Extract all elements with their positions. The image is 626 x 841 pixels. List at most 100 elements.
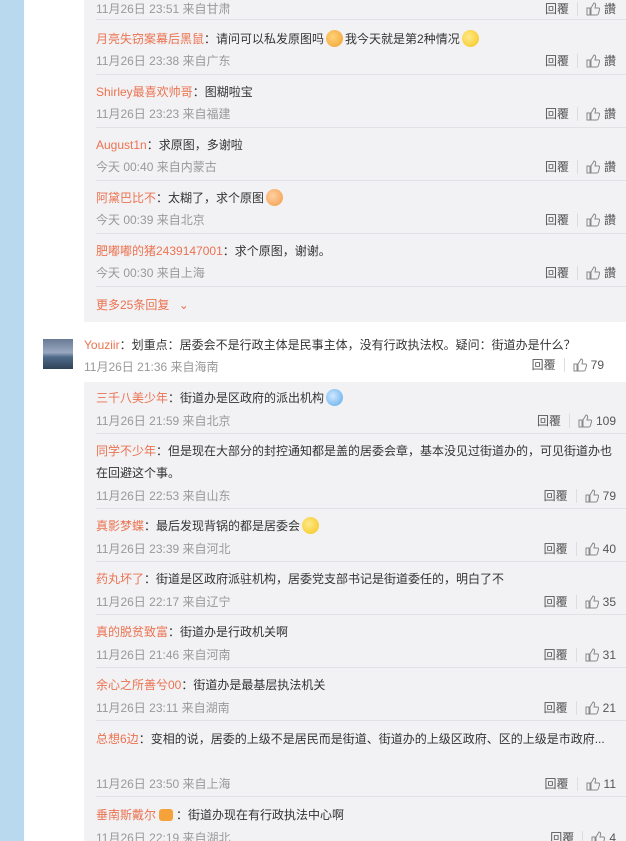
emoji-icon [326, 30, 344, 48]
reply-nick[interactable]: 三千八美少年 [96, 391, 168, 405]
reply-nick[interactable]: 真的脱贫致富 [96, 625, 168, 639]
like-count: 79 [590, 357, 604, 372]
reply-button[interactable]: 回覆 [544, 699, 568, 716]
more-replies-link[interactable]: 更多25条回复 ⌄ [96, 296, 189, 313]
reply-text: ：求个原图，谢谢。 [222, 244, 331, 258]
reply-meta: 11月26日 22:17 来自辽宁 [96, 595, 231, 609]
avatar[interactable] [43, 339, 73, 369]
reply-nick[interactable]: 余心之所善兮00 [96, 678, 181, 692]
reply-meta: 11月26日 23:39 来自河北 [96, 542, 231, 556]
thumb-up-icon[interactable] [586, 1, 600, 16]
emoji-icon [326, 389, 344, 407]
more-replies-label: 更多25条回复 [96, 298, 170, 312]
like-label[interactable]: 讚 [604, 0, 616, 17]
reply-button[interactable]: 回覆 [545, 0, 569, 17]
reply-text: ：街道办是区政府的派出机构 [168, 391, 325, 405]
reply-nick[interactable]: Shirley最喜欢帅哥 [96, 85, 193, 99]
thumb-up-icon[interactable] [591, 830, 606, 841]
reply-text: ：街道办现在有行政执法中心啊 [176, 808, 345, 822]
thumb-up-icon[interactable] [586, 106, 600, 121]
reply-meta: 11月26日 23:11 来自湖南 [96, 701, 230, 715]
reply-text: ：但是现在大部分的封控通知都是盖的居委会章，基本没见过街道办的，可见街道办也在回… [96, 444, 613, 480]
reply-button[interactable]: 回覆 [544, 487, 568, 504]
reply-actions: 回覆 讚 [545, 105, 616, 122]
reply-nick[interactable]: 阿黛巴比不 [96, 191, 156, 205]
reply-actions: 回覆 讚 [545, 211, 616, 228]
reply-meta: 11月26日 23:38 来自广东 [96, 54, 231, 68]
reply-nick[interactable]: 真影梦蝶 [96, 519, 144, 533]
like-count: 35 [602, 594, 616, 609]
reply-meta: 11月26日 23:51 来自甘肃 [96, 2, 231, 16]
thumb-up-icon[interactable] [586, 265, 600, 280]
like-count: 11 [603, 776, 616, 791]
reply-text: ：求原图，多谢啦 [146, 138, 243, 152]
reply-text: ：街道办是行政机关啊 [168, 625, 289, 639]
comment-card: 11月26日 23:51 来自甘肃 回覆 讚 月亮失窃案幕后黑鼠：请问可以私发原… [24, 0, 626, 841]
reply-actions: 回覆 35 [544, 593, 616, 610]
reply-button[interactable]: 回覆 [545, 52, 569, 69]
reply-text-2: 我今天就是第2种情况 [345, 32, 460, 46]
like-label[interactable]: 讚 [604, 211, 616, 228]
reply-nick[interactable]: 肥嘟嘟的猪2439147001 [96, 244, 223, 258]
comment-nick[interactable]: Youziir [84, 338, 120, 352]
reply-meta: 11月26日 21:46 来自河南 [96, 648, 231, 662]
comment-text: ：划重点：居委会不是行政主体是民事主体，没有行政执法权。疑问：街道办是什么？ [119, 338, 576, 352]
reply-nick[interactable]: 同学不少年 [96, 444, 156, 458]
reply-nick[interactable]: 月亮失窃案幕后黑鼠 [96, 32, 204, 46]
like-count: 31 [602, 647, 616, 662]
like-label[interactable]: 讚 [604, 52, 616, 69]
comment-actions: 回覆 79 [532, 356, 604, 373]
emoji-icon [266, 189, 284, 207]
thumb-up-icon[interactable] [585, 700, 599, 715]
thumb-up-icon[interactable] [585, 488, 599, 503]
reply-actions: 回覆 讚 [545, 0, 616, 17]
reply-actions: 回覆 79 [544, 487, 616, 504]
reply-nick[interactable]: 垂南斯戴尔 [96, 808, 156, 822]
comment-line: Youziir：划重点：居委会不是行政主体是民事主体，没有行政执法权。疑问：街道… [84, 335, 576, 355]
like-count: 79 [602, 488, 616, 503]
reply-button[interactable]: 回覆 [550, 829, 574, 841]
reply-button[interactable]: 回覆 [544, 540, 568, 557]
thumb-up-icon[interactable] [573, 357, 587, 372]
like-count: 21 [602, 700, 616, 715]
reply-button[interactable]: 回覆 [545, 211, 569, 228]
reply-text: ：最后发现背锅的都是居委会 [144, 519, 301, 533]
reply-meta: 11月26日 23:23 来自福建 [96, 107, 231, 121]
reply-button[interactable]: 回覆 [532, 356, 556, 373]
reply-panel: 三千八美少年：街道办是区政府的派出机构 11月26日 21:59 来自北京 回覆… [84, 382, 626, 841]
reply-meta: 11月26日 22:19 来自湖北 [96, 831, 231, 841]
emoji-icon [302, 517, 320, 535]
like-count: 109 [595, 413, 616, 428]
reply-meta: 11月26日 22:53 来自山东 [96, 489, 231, 503]
reply-nick[interactable]: 总想6边 [96, 732, 139, 746]
thumb-up-icon[interactable] [586, 212, 600, 227]
reply-actions: 回覆 讚 [545, 264, 616, 281]
reply-button[interactable]: 回覆 [544, 646, 568, 663]
reply-nick[interactable]: 药丸坏了 [96, 572, 144, 586]
like-count: 40 [602, 541, 616, 556]
thumb-up-icon[interactable] [578, 413, 592, 428]
like-count: 4 [609, 830, 616, 841]
thumb-up-icon[interactable] [585, 594, 599, 609]
thumb-up-icon[interactable] [586, 53, 600, 68]
like-label[interactable]: 讚 [604, 264, 616, 281]
reply-actions: 回覆 21 [544, 699, 616, 716]
vip-icon [159, 808, 174, 821]
reply-button[interactable]: 回覆 [545, 775, 569, 792]
reply-button[interactable]: 回覆 [537, 412, 561, 429]
thumb-up-icon[interactable] [585, 647, 599, 662]
reply-nick[interactable]: August1n [96, 138, 147, 152]
reply-button[interactable]: 回覆 [545, 264, 569, 281]
thumb-up-icon[interactable] [585, 541, 599, 556]
reply-button[interactable]: 回覆 [545, 158, 569, 175]
thumb-up-icon[interactable] [586, 776, 600, 791]
reply-actions: 回覆 31 [544, 646, 616, 663]
like-label[interactable]: 讚 [604, 105, 616, 122]
chevron-down-icon: ⌄ [178, 298, 189, 312]
reply-actions: 回覆 讚 [545, 52, 616, 69]
reply-button[interactable]: 回覆 [545, 105, 569, 122]
reply-button[interactable]: 回覆 [544, 593, 568, 610]
thumb-up-icon[interactable] [586, 159, 600, 174]
reply-actions: 回覆 11 [545, 775, 616, 792]
like-label[interactable]: 讚 [604, 158, 616, 175]
